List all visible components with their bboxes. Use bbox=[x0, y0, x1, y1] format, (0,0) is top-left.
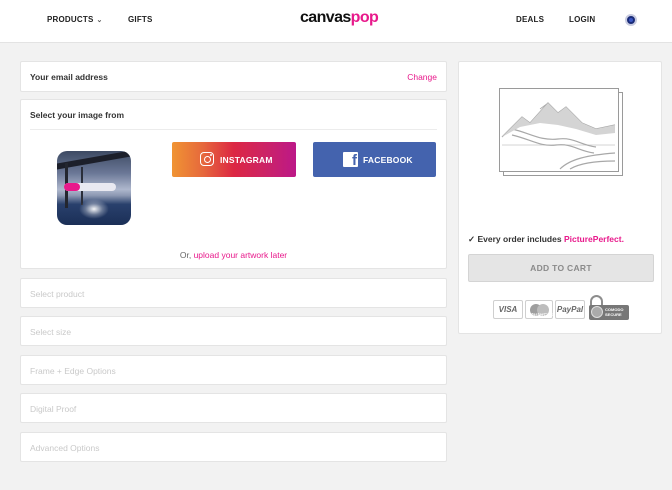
region-globe-icon[interactable] bbox=[625, 14, 637, 26]
nav-products[interactable]: PRODUCTS ⌄ bbox=[47, 15, 103, 24]
canvas-preview bbox=[499, 88, 623, 176]
pictureperfect-link[interactable]: PicturePerfect. bbox=[564, 234, 624, 244]
nav-login[interactable]: LOGIN bbox=[569, 15, 595, 24]
secure-lock-icon: COMODO SECURE bbox=[589, 295, 631, 321]
instagram-button-label: INSTAGRAM bbox=[220, 155, 273, 165]
top-header: PRODUCTS ⌄ GIFTS canvaspop DEALS LOGIN bbox=[0, 0, 672, 43]
facebook-button-label: FACEBOOK bbox=[363, 155, 413, 165]
step-select-size[interactable]: Select size bbox=[20, 316, 447, 346]
image-source-card: Select your image from INSTAGRAM f FACEB… bbox=[20, 99, 447, 269]
step-label: Select product bbox=[30, 289, 85, 299]
step-advanced-options[interactable]: Advanced Options bbox=[20, 432, 447, 462]
step-label: Select size bbox=[30, 327, 72, 337]
step-frame-edge-options[interactable]: Frame + Edge Options bbox=[20, 355, 447, 385]
divider bbox=[30, 129, 437, 130]
paypal-logo: PayPal bbox=[555, 300, 585, 319]
upload-later-link[interactable]: upload your artwork later bbox=[194, 250, 288, 260]
order-note-prefix: ✓ Every order includes bbox=[468, 234, 562, 244]
order-note: ✓ Every order includes PicturePerfect. bbox=[468, 234, 624, 245]
step-label: Frame + Edge Options bbox=[30, 366, 116, 376]
facebook-icon: f bbox=[343, 152, 358, 167]
image-source-title: Select your image from bbox=[30, 110, 125, 120]
mastercard-text: MasterCard bbox=[529, 312, 554, 317]
secure-line-2: SECURE bbox=[605, 312, 622, 317]
email-card: Your email address Change bbox=[20, 61, 447, 92]
step-label: Digital Proof bbox=[30, 404, 77, 414]
canvaspop-logo[interactable]: canvaspop bbox=[300, 9, 379, 27]
step-digital-proof[interactable]: Digital Proof bbox=[20, 393, 447, 423]
instagram-icon bbox=[200, 152, 214, 166]
visa-logo: VISA bbox=[493, 300, 523, 319]
order-summary-card: ✓ Every order includes PicturePerfect. A… bbox=[458, 61, 662, 334]
comodo-seal-shape bbox=[591, 306, 603, 318]
nav-gifts[interactable]: GIFTS bbox=[128, 15, 153, 24]
email-label: Your email address bbox=[30, 72, 108, 82]
instagram-button[interactable]: INSTAGRAM bbox=[172, 142, 296, 177]
add-to-cart-button[interactable]: ADD TO CART bbox=[468, 254, 654, 282]
canvas-preview-front bbox=[499, 88, 619, 172]
secure-badge-text: COMODO SECURE bbox=[605, 307, 623, 317]
upload-progress-bar bbox=[64, 183, 116, 191]
chevron-down-icon: ⌄ bbox=[96, 17, 103, 24]
facebook-button[interactable]: f FACEBOOK bbox=[313, 142, 436, 177]
mountain-landscape-icon bbox=[501, 102, 616, 170]
upload-progress-fill bbox=[64, 183, 80, 191]
nav-deals[interactable]: DEALS bbox=[516, 15, 544, 24]
bridge-image-shape bbox=[57, 151, 131, 170]
nav-products-label: PRODUCTS bbox=[47, 15, 94, 24]
logo-part-1: canvas bbox=[300, 9, 351, 26]
step-label: Advanced Options bbox=[30, 443, 100, 453]
mastercard-logo: MasterCard bbox=[525, 300, 554, 319]
change-email-link[interactable]: Change bbox=[407, 72, 437, 82]
step-select-product[interactable]: Select product bbox=[20, 278, 447, 308]
upload-later-prefix: Or, bbox=[179, 250, 192, 260]
sun-reflection-shape bbox=[79, 199, 109, 219]
upload-later-text: Or, upload your artwork later bbox=[21, 250, 446, 260]
logo-part-2: pop bbox=[350, 9, 379, 26]
upload-from-device-button[interactable] bbox=[57, 151, 131, 225]
